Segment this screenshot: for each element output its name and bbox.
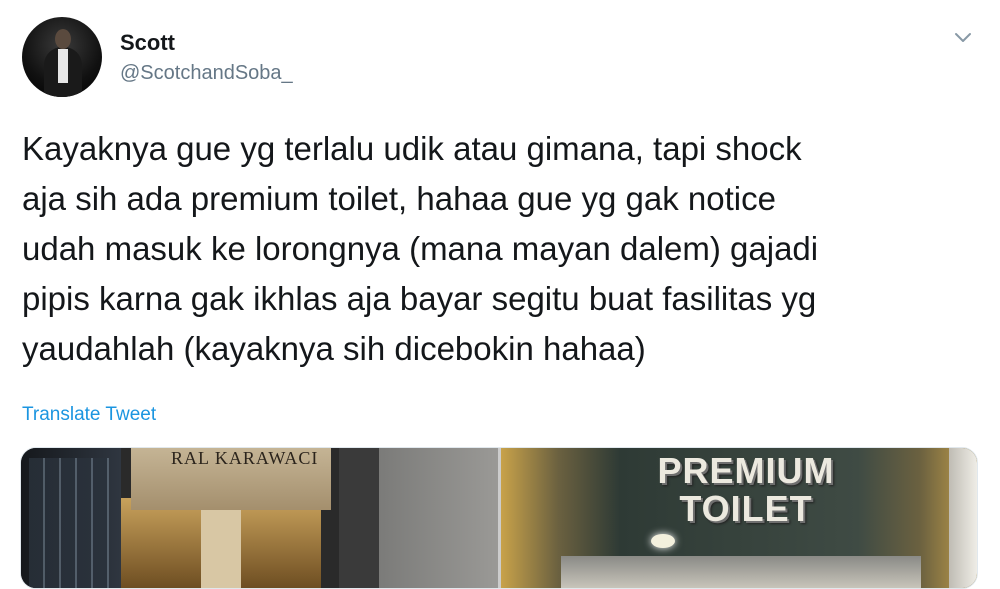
avatar[interactable] bbox=[22, 17, 102, 97]
author-handle[interactable]: @ScotchandSoba_ bbox=[120, 62, 293, 85]
avatar-figure-shirt bbox=[58, 49, 68, 83]
photo-concrete-wall bbox=[379, 448, 498, 588]
author-name[interactable]: Scott bbox=[120, 30, 175, 56]
tweet-text-line: aja sih ada premium toilet, hahaa gue yg… bbox=[22, 180, 776, 217]
photo-glass-wall bbox=[29, 458, 109, 588]
tweet-text-line: Kayaknya gue yg terlalu udik atau gimana… bbox=[22, 130, 802, 167]
photo-premium-toilet-sign: PREMIUM TOILET bbox=[621, 452, 871, 528]
tweet-text-line: pipis karna gak ikhlas aja bayar segitu … bbox=[22, 280, 817, 317]
photo-ceiling-light bbox=[651, 534, 675, 548]
photo-side-wall bbox=[949, 448, 977, 588]
photo-door bbox=[201, 503, 241, 588]
photo-mall-entrance[interactable]: RAL KARAWACI bbox=[21, 448, 498, 588]
photo-sign-text: RAL KARAWACI bbox=[171, 448, 319, 468]
photo-premium-toilet[interactable]: PREMIUM TOILET bbox=[501, 448, 977, 588]
tweet-text: Kayaknya gue yg terlalu udik atau gimana… bbox=[22, 124, 972, 374]
translate-tweet-link[interactable]: Translate Tweet bbox=[22, 404, 156, 426]
tweet-text-line: udah masuk ke lorongnya (mana mayan dale… bbox=[22, 230, 819, 267]
chevron-down-icon[interactable] bbox=[952, 26, 974, 48]
sign-line-toilet: TOILET bbox=[679, 488, 813, 529]
photo-corridor-floor bbox=[561, 556, 921, 588]
tweet-text-line: yaudahlah (kayaknya sih dicebokin hahaa) bbox=[22, 330, 646, 367]
avatar-figure-head bbox=[55, 29, 71, 49]
media-grid: RAL KARAWACI PREMIUM TOILET bbox=[20, 447, 978, 589]
photo-pillar bbox=[339, 448, 379, 588]
sign-line-premium: PREMIUM bbox=[657, 450, 835, 491]
